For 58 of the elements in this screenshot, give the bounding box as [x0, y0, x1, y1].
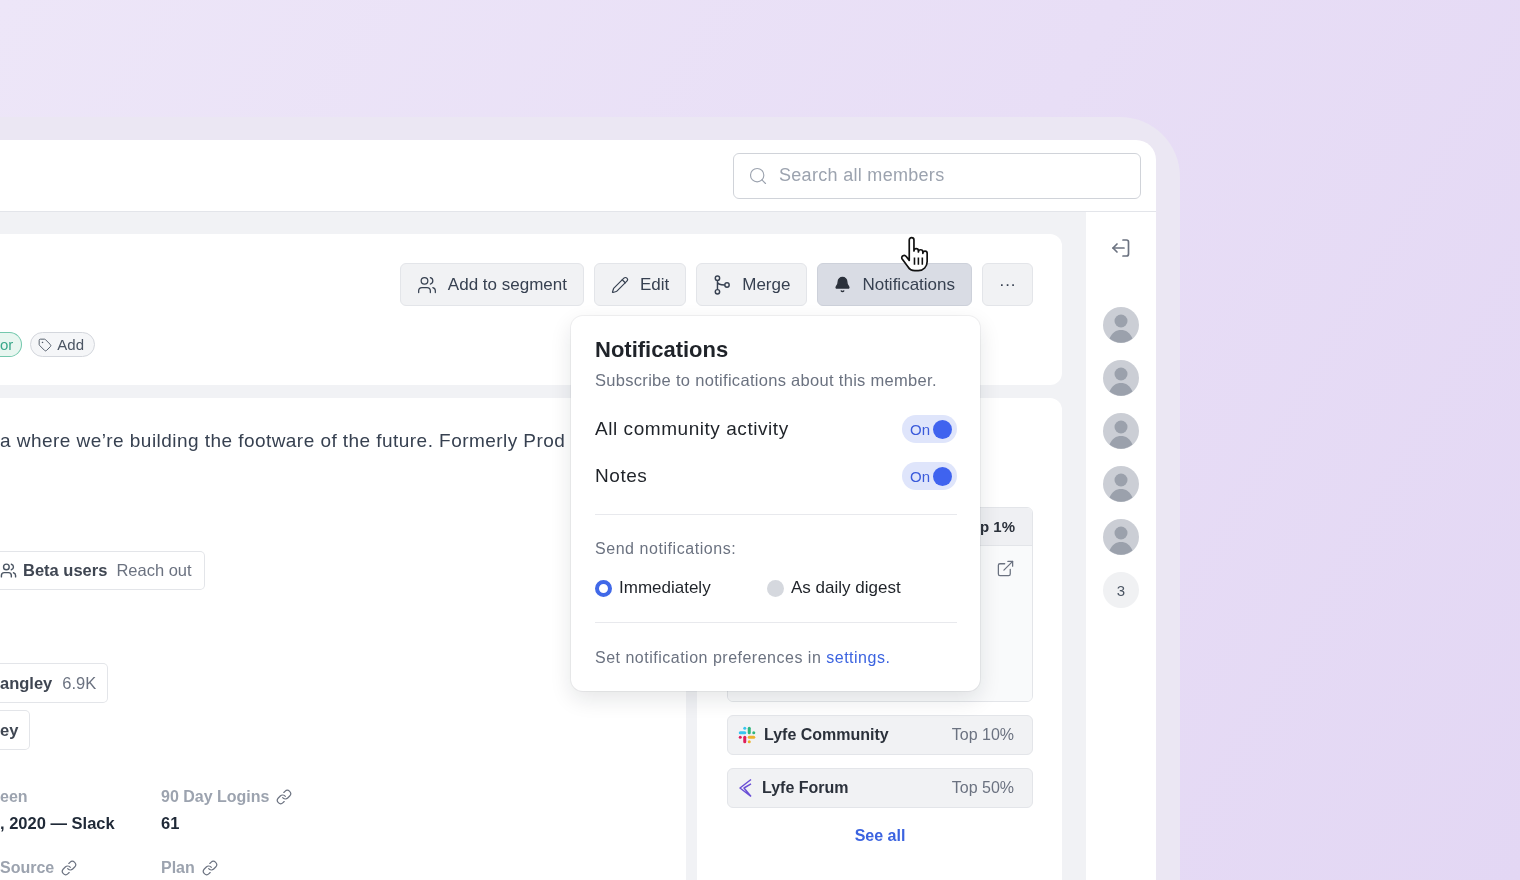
- tag-icon: [38, 337, 53, 352]
- people-icon: [0, 562, 17, 579]
- stat-label: 90 Day Logins: [161, 788, 270, 806]
- segment-name: Beta users: [23, 561, 108, 580]
- popover-title: Notifications: [595, 337, 730, 363]
- popover-subtitle: Subscribe to notifications about this member.: [595, 370, 938, 390]
- community-row[interactable]: Lyfe Forum Top 50%: [727, 768, 1033, 808]
- search-icon: [748, 165, 768, 186]
- account-name: ey: [0, 720, 19, 740]
- search-field[interactable]: Search all members: [733, 152, 1141, 199]
- exit-icon[interactable]: [1111, 238, 1131, 258]
- merge-button[interactable]: Merge: [696, 263, 808, 306]
- reach-out-link[interactable]: Reach out: [116, 561, 192, 580]
- toggle-switch[interactable]: On: [902, 462, 957, 490]
- add-to-segment-button[interactable]: Add to segment: [399, 263, 584, 306]
- edit-button[interactable]: Edit: [593, 263, 687, 306]
- avatar-icon[interactable]: [1103, 307, 1139, 343]
- radio-option[interactable]: Immediately: [595, 578, 767, 598]
- community-rank: Top 10%: [951, 726, 1014, 744]
- avatar-icon[interactable]: [1103, 360, 1139, 396]
- role-tag: or: [0, 332, 23, 357]
- community-name: Lyfe Community: [764, 726, 889, 744]
- settings-link[interactable]: settings.: [826, 649, 891, 666]
- stat-value: , 2020 — Slack: [0, 813, 116, 833]
- stat-label: een: [0, 788, 28, 806]
- stat-label: Plan: [161, 859, 195, 877]
- send-label: Send notifications:: [595, 539, 738, 559]
- follower-count: 6.9K: [62, 673, 97, 693]
- toggle-knob: [933, 466, 952, 486]
- pencil-icon: [610, 275, 629, 294]
- branch-icon: [713, 274, 732, 295]
- avatar-icon[interactable]: [1103, 466, 1139, 502]
- subscription-label: All community activity: [595, 418, 789, 440]
- more-button[interactable]: ···: [982, 263, 1033, 306]
- radio-option[interactable]: As daily digest: [767, 578, 957, 598]
- more-people-count[interactable]: 3: [1103, 572, 1139, 608]
- bio-text: a where we’re building the footware of the future. Formerly Prod: [0, 430, 566, 452]
- community-row[interactable]: Lyfe Community Top 10%: [727, 715, 1033, 755]
- settings-hint: Set notification preferences in settings.: [595, 648, 892, 668]
- account-name: angley: [0, 673, 53, 693]
- bell-icon: [834, 276, 852, 293]
- subscription-label: Notes: [595, 465, 648, 487]
- external-link-icon[interactable]: [996, 559, 1015, 578]
- notifications-button[interactable]: Notifications: [817, 263, 972, 306]
- avatar-icon[interactable]: [1103, 413, 1139, 449]
- hash-logo-icon: [738, 726, 756, 744]
- avatar-icon[interactable]: [1103, 519, 1139, 555]
- add-tag-button[interactable]: Add: [30, 332, 96, 357]
- community-rank: Top 50%: [951, 779, 1014, 797]
- angle-logo-icon: [738, 778, 754, 798]
- stat-label: Source: [0, 859, 55, 877]
- people-icon: [416, 274, 437, 295]
- community-rank: p 1%: [980, 518, 1015, 535]
- toggle-knob: [933, 419, 952, 439]
- see-all-link[interactable]: See all: [854, 827, 906, 845]
- stat-value: 61: [161, 813, 181, 833]
- toggle-switch[interactable]: On: [902, 415, 957, 443]
- community-name: Lyfe Forum: [762, 779, 849, 797]
